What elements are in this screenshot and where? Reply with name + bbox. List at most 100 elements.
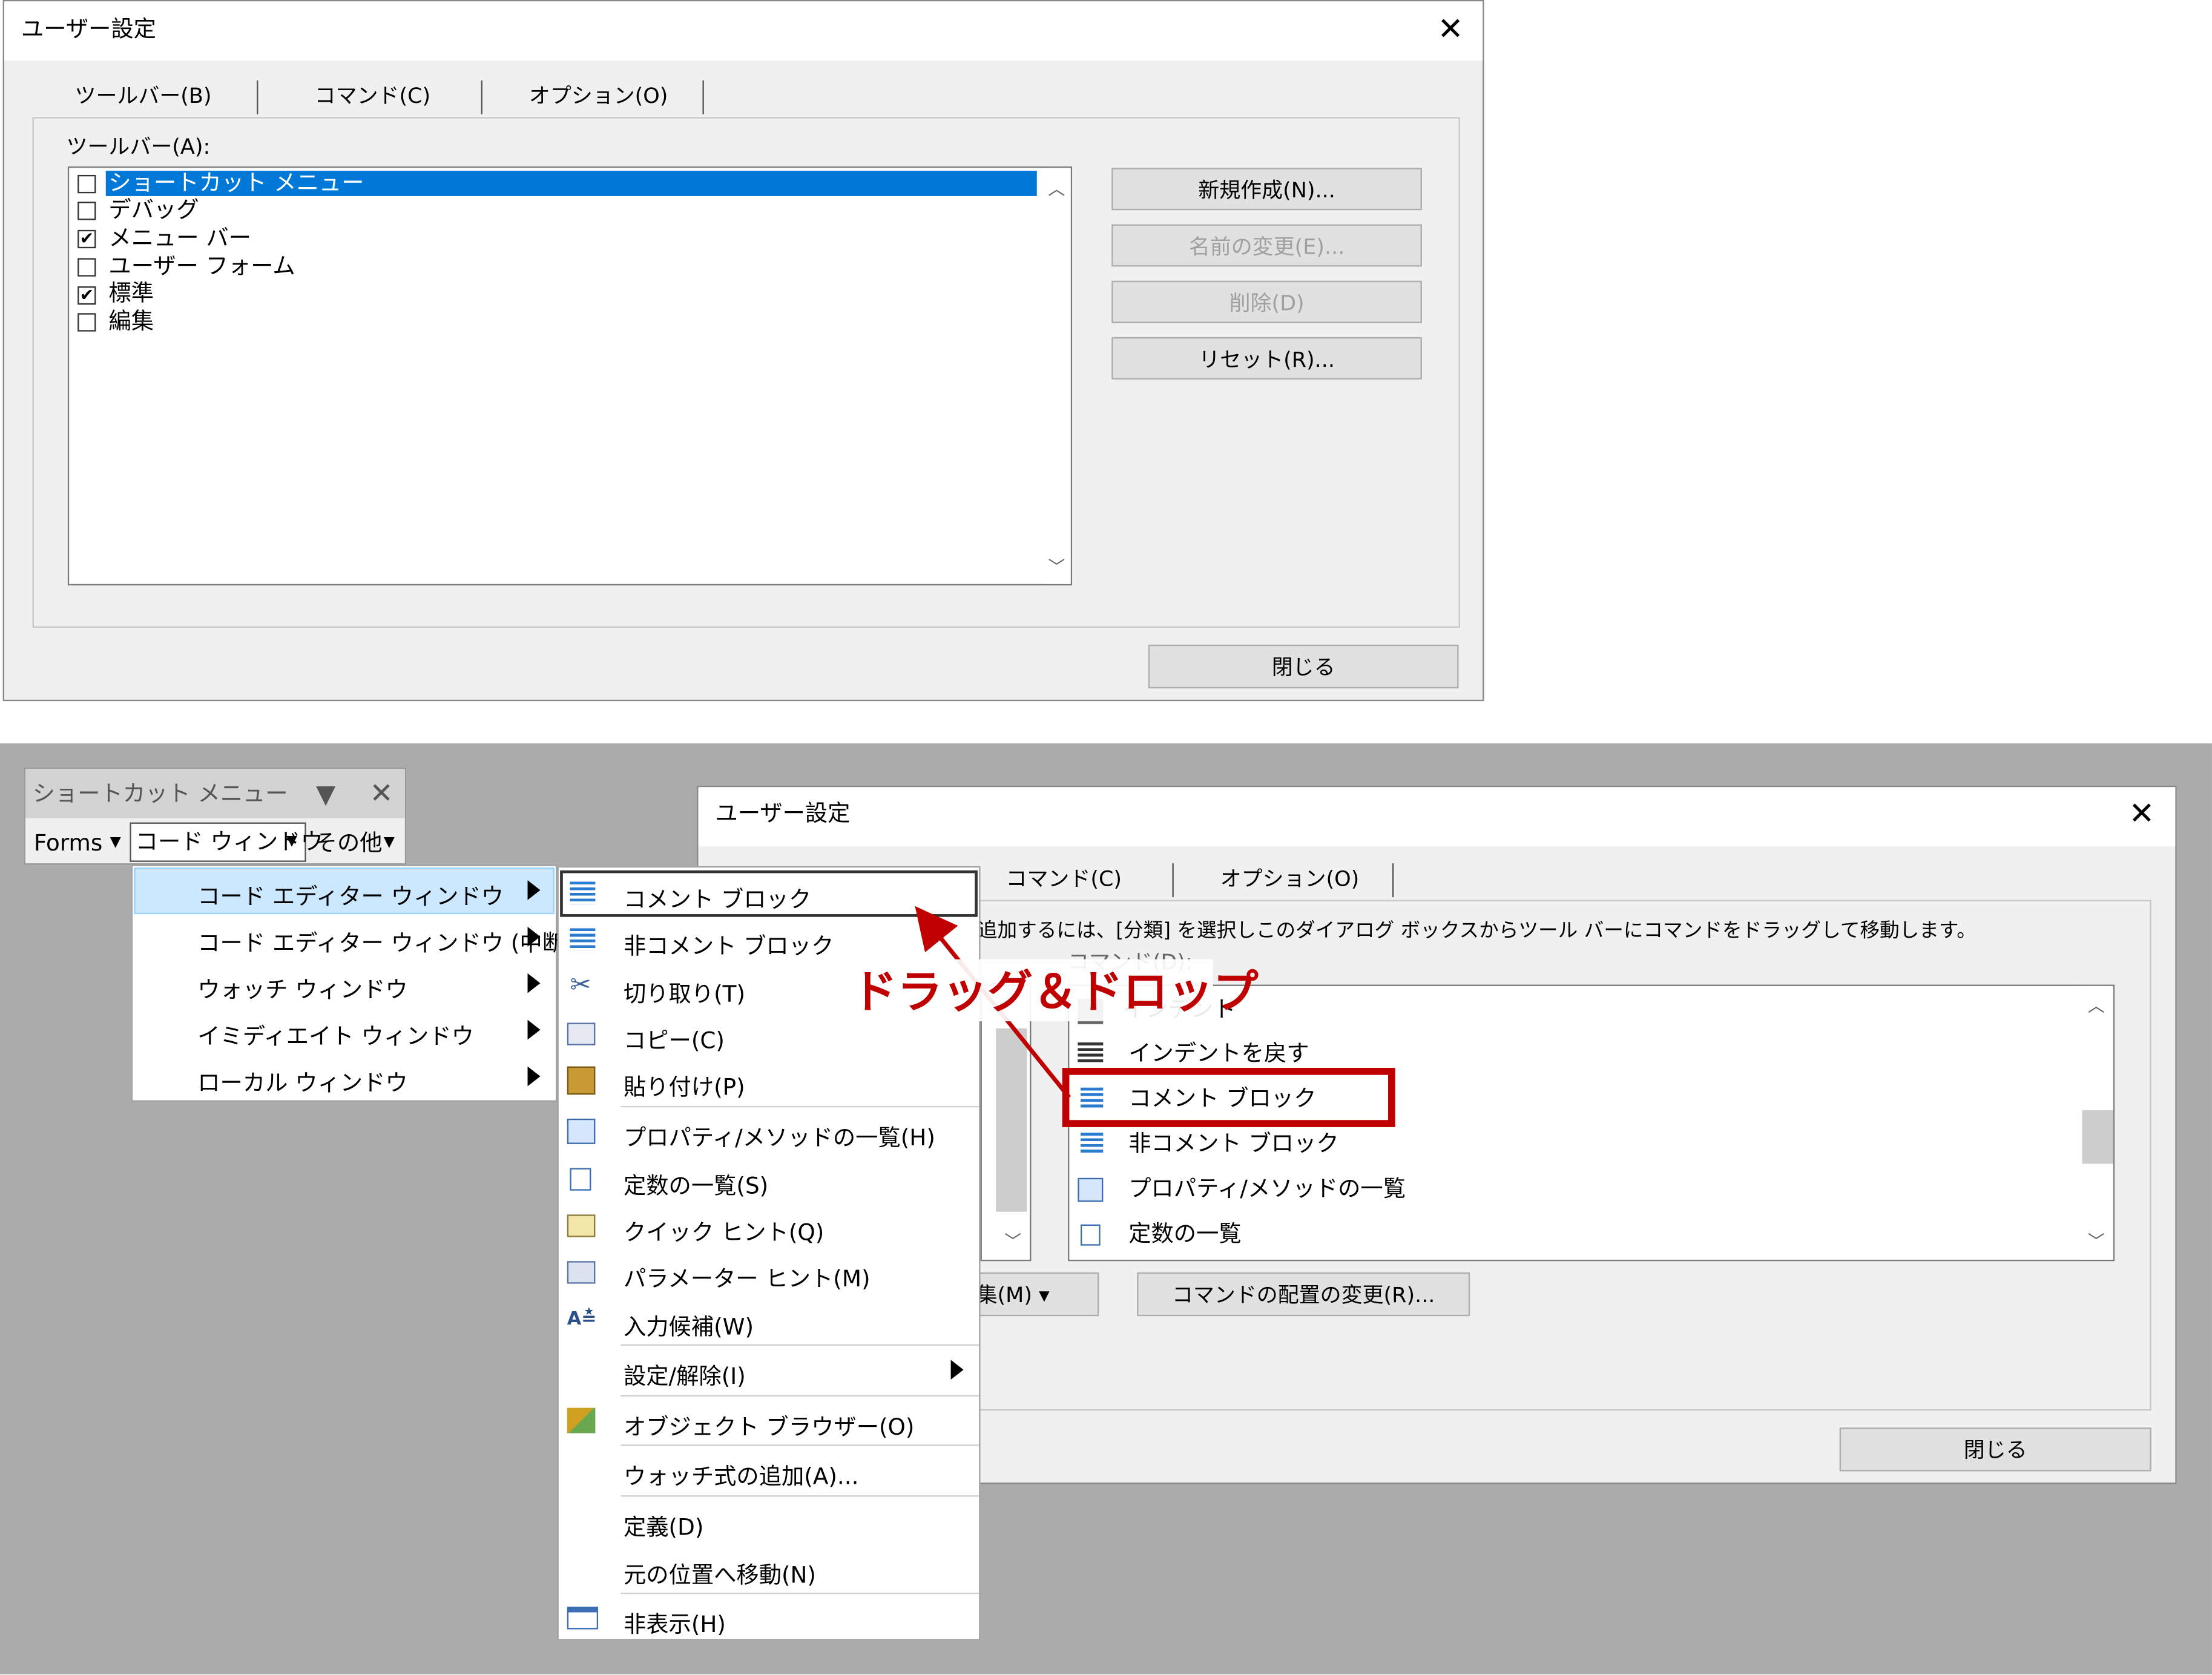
submenu-item-code-editor[interactable]: コード エディター ウィンドウ xyxy=(133,867,556,914)
rearrange-commands-button[interactable]: コマンドの配置の変更(R)... xyxy=(1137,1272,1470,1317)
menu-item-parameter-info[interactable]: パラメーター ヒント(M) xyxy=(559,1250,979,1297)
hide-window-icon xyxy=(567,1607,599,1630)
scrollbar[interactable] xyxy=(1042,168,1071,584)
toolbar-title: ショートカット メニュー xyxy=(32,780,288,807)
title-bar xyxy=(698,787,2176,847)
code-window-submenu: コード エディター ウィンドウ コード エディター ウィンドウ (中断) ウォッ… xyxy=(131,864,574,1102)
rename-button[interactable]: 名前の変更(E)... xyxy=(1111,224,1422,267)
object-browser-icon xyxy=(567,1407,596,1433)
toolbar-button-label: その他 xyxy=(314,829,383,857)
close-button[interactable]: 閉じる xyxy=(1839,1427,2151,1472)
menu-item-toggle[interactable]: 設定/解除(I) xyxy=(559,1347,979,1394)
menu-separator xyxy=(620,1592,979,1594)
list-item[interactable]: メニュー バー xyxy=(108,225,251,251)
tab-options[interactable]: オプション(O) xyxy=(529,83,668,108)
menu-item-last-position[interactable]: 元の位置へ移動(N) xyxy=(559,1546,979,1593)
properties-methods-icon xyxy=(567,1118,596,1144)
list-item[interactable]: ユーザー フォーム xyxy=(108,253,295,279)
submenu-arrow-icon xyxy=(527,1066,541,1087)
chevron-down-icon: ▼ xyxy=(383,835,395,851)
new-toolbar-button[interactable]: 新規作成(N)... xyxy=(1111,168,1422,211)
parameter-info-icon xyxy=(567,1261,596,1284)
list-item[interactable]: 標準 xyxy=(108,280,154,306)
toolbar-button-label: Forms xyxy=(33,829,103,857)
dropdown-arrow-icon[interactable]: ▼ xyxy=(316,780,335,810)
close-icon[interactable]: ✕ xyxy=(2128,799,2154,831)
uncomment-block-icon xyxy=(1081,1133,1104,1156)
copy-icon xyxy=(567,1022,596,1045)
dialog-user-settings-top: ユーザー設定 ✕ ツールバー(B) コマンド(C) オプション(O) ツールバー… xyxy=(2,0,1484,702)
annotation-label: ドラッグ＆ドロップ xyxy=(852,964,1259,1019)
quick-info-icon xyxy=(567,1214,596,1237)
menu-separator xyxy=(620,1444,979,1446)
submenu-arrow-icon xyxy=(527,880,541,900)
menu-item-list-properties[interactable]: プロパティ/メソッドの一覧(H) xyxy=(559,1109,979,1156)
chevron-down-icon: ▼ xyxy=(286,834,298,849)
scroll-down-icon[interactable]: ﹀ xyxy=(1045,554,1068,577)
list-item[interactable]: ショートカット メニュー xyxy=(108,170,364,196)
checkbox-edit[interactable] xyxy=(77,313,96,332)
menu-item-list-constants[interactable]: 定数の一覧(S) xyxy=(559,1157,979,1203)
constants-icon xyxy=(1081,1224,1101,1246)
complete-word-icon: A≛ xyxy=(567,1309,597,1331)
menu-item-add-watch[interactable]: ウォッチ式の追加(A)... xyxy=(559,1447,979,1494)
constants-icon xyxy=(570,1168,591,1191)
menu-item-complete-word[interactable]: A≛ 入力候補(W) xyxy=(559,1298,979,1344)
tab-commands[interactable]: コマンド(C) xyxy=(315,83,431,108)
menu-item-object-browser[interactable]: オブジェクト ブラウザー(O) xyxy=(559,1398,979,1444)
delete-button[interactable]: 削除(D) xyxy=(1111,280,1422,323)
scroll-up-icon[interactable]: ︿ xyxy=(2085,993,2107,1016)
list-item[interactable]: 編集 xyxy=(108,308,154,334)
menu-separator xyxy=(620,1344,979,1346)
close-icon[interactable]: ✕ xyxy=(370,776,393,810)
command-item[interactable]: 非コメント ブロック xyxy=(1128,1131,1338,1157)
submenu-item-immediate[interactable]: イミディエイト ウィンドウ xyxy=(133,1007,556,1054)
menu-item-definition[interactable]: 定義(D) xyxy=(559,1498,979,1545)
scrollbar-thumb[interactable] xyxy=(2082,1110,2113,1164)
scroll-down-icon[interactable]: ﹀ xyxy=(2085,1229,2107,1251)
toolbar-button-code-window[interactable]: コード ウィンドウ ▼ xyxy=(130,822,323,862)
toolbar-listbox[interactable]: ショートカット メニュー デバッグ ✔ メニュー バー ユーザー フォーム ✔ … xyxy=(67,166,1073,586)
reset-button[interactable]: リセット(R)... xyxy=(1111,337,1422,380)
submenu-item-watch[interactable]: ウォッチ ウィンドウ xyxy=(133,961,556,1007)
toolbar-button-other[interactable]: その他 ▼ xyxy=(311,825,404,862)
tab-commands-label: コマンド(C) xyxy=(1006,866,1122,892)
tab-divider xyxy=(481,80,482,114)
close-button[interactable]: 閉じる xyxy=(1148,644,1459,689)
menu-item-quick-info[interactable]: クイック ヒント(Q) xyxy=(559,1203,979,1250)
menu-separator xyxy=(620,1395,979,1397)
checkbox-menubar[interactable]: ✔ xyxy=(77,230,96,249)
instruction-text: 追加するには、[分類] を選択しこのダイアログ ボックスからツール バーにコマン… xyxy=(977,920,1977,943)
toolbar-button-forms[interactable]: Forms ▼ xyxy=(30,825,128,862)
scroll-down-icon[interactable]: ﹀ xyxy=(1002,1229,1024,1251)
edit-selection-button[interactable]: 集(M) ▾ xyxy=(975,1272,1099,1317)
checkbox-standard[interactable]: ✔ xyxy=(77,286,96,305)
checkbox-debug[interactable] xyxy=(77,202,96,220)
dialog-title: ユーザー設定 xyxy=(715,800,851,827)
submenu-item-locals[interactable]: ローカル ウィンドウ xyxy=(133,1054,556,1101)
checkbox-userform[interactable] xyxy=(77,258,96,277)
tab-options[interactable]: オプション(O) xyxy=(1220,866,1360,892)
comment-block-icon xyxy=(570,881,596,904)
command-item[interactable]: 定数の一覧 xyxy=(1128,1221,1241,1247)
highlight-box xyxy=(1062,1068,1395,1127)
submenu-arrow-icon xyxy=(527,927,541,947)
tab-toolbar-label: ツールバー(B) xyxy=(74,83,212,109)
list-item[interactable]: デバッグ xyxy=(108,197,199,223)
submenu-arrow-icon xyxy=(950,1360,964,1380)
scroll-up-icon[interactable]: ︿ xyxy=(1045,176,1068,199)
command-item[interactable]: インデントを戻す xyxy=(1128,1041,1309,1067)
paste-icon xyxy=(567,1066,596,1095)
scissors-icon: ✂ xyxy=(570,970,591,1001)
chevron-down-icon: ▼ xyxy=(110,835,121,851)
tab-divider xyxy=(1172,863,1174,898)
tab-divider xyxy=(257,80,258,114)
menu-item-hide[interactable]: 非表示(H) xyxy=(559,1596,979,1642)
command-item[interactable]: プロパティ/メソッドの一覧 xyxy=(1128,1176,1406,1202)
properties-methods-icon xyxy=(1078,1177,1104,1202)
tab-divider xyxy=(702,80,704,114)
submenu-item-code-editor-break[interactable]: コード エディター ウィンドウ (中断) xyxy=(133,914,574,961)
checkbox-shortcut[interactable] xyxy=(77,174,96,194)
submenu-arrow-icon xyxy=(527,1019,541,1040)
close-icon[interactable]: ✕ xyxy=(1438,15,1464,47)
